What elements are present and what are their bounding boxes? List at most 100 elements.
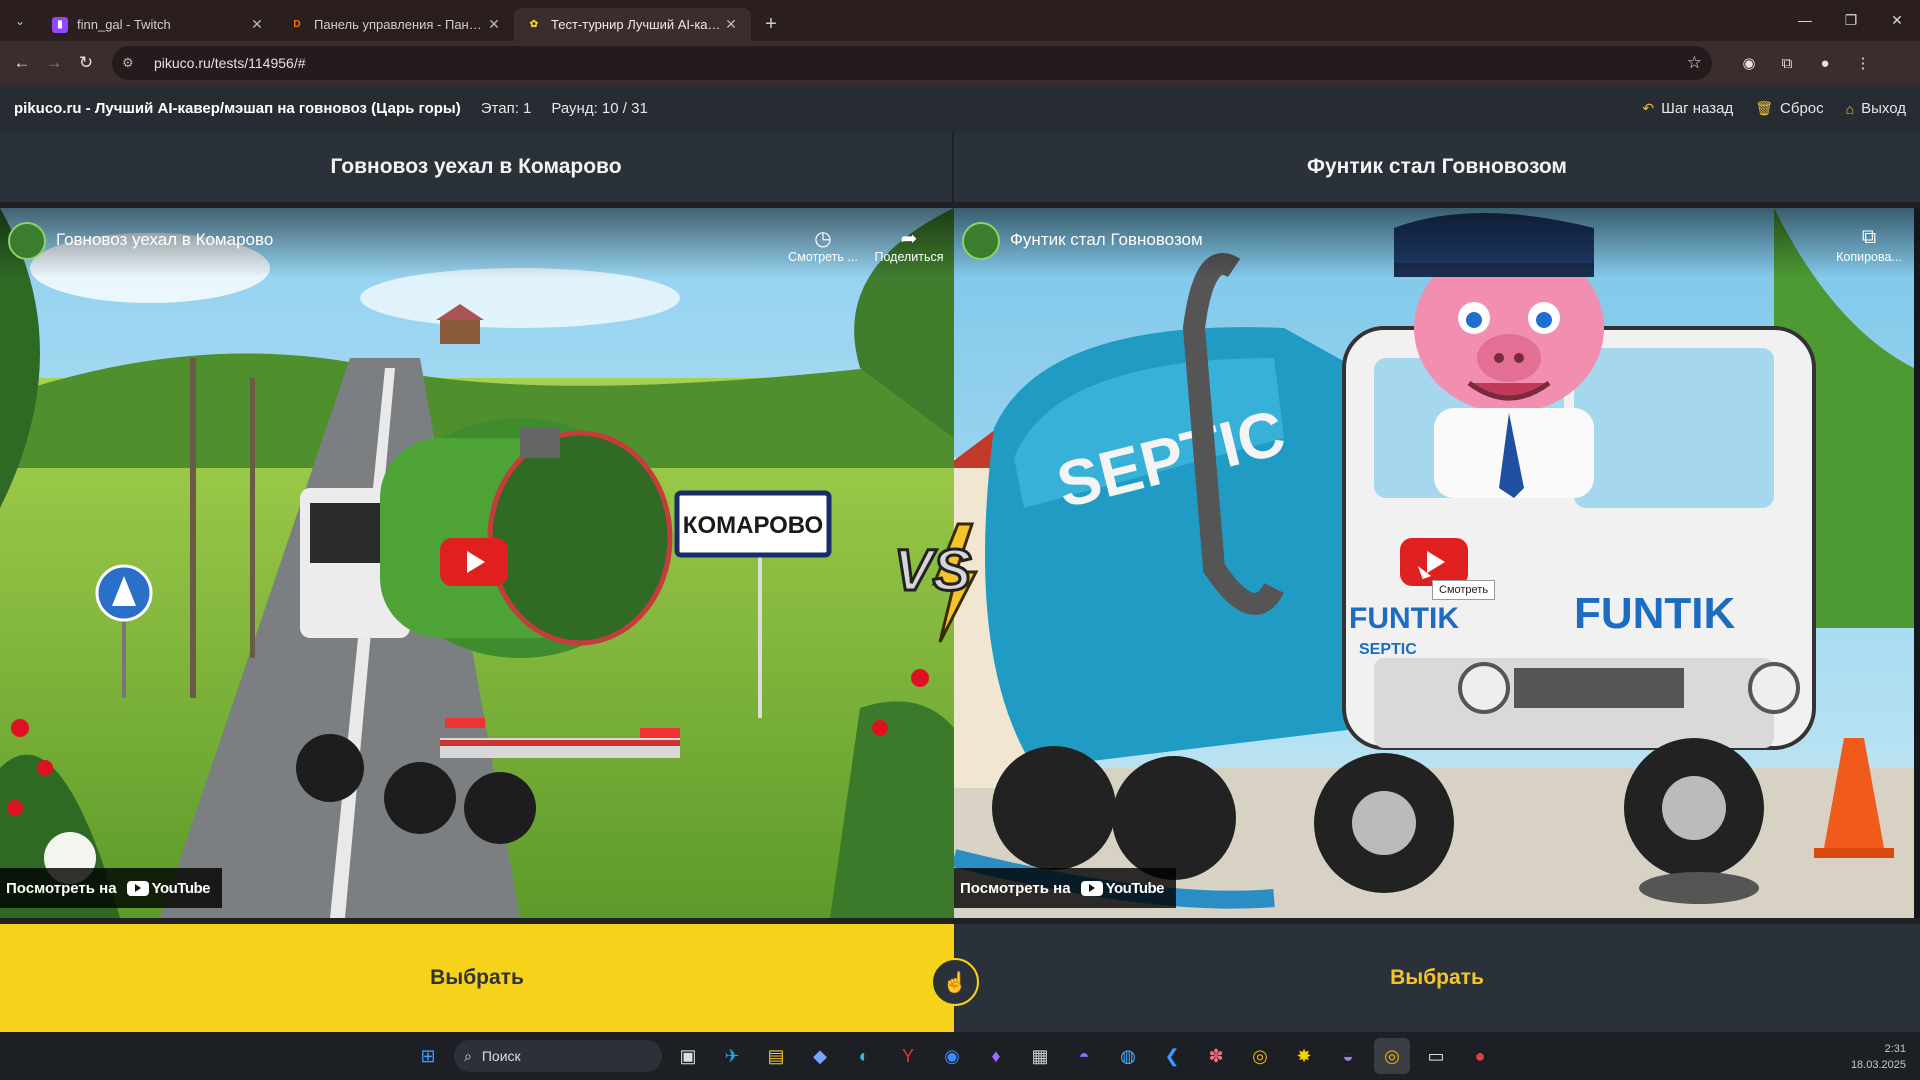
left-play-button[interactable] — [440, 538, 508, 586]
new-tab-button[interactable]: + — [757, 10, 785, 38]
twitch-icon: ▮ — [52, 16, 68, 33]
app-icon[interactable]: ▭ — [1418, 1038, 1454, 1074]
profile-icon[interactable]: ● — [1810, 48, 1840, 78]
watch-later-label: Смотреть ... — [788, 250, 858, 264]
exit-label: Выход — [1861, 100, 1906, 117]
play-tooltip: Смотреть — [1432, 580, 1496, 600]
app-icon[interactable]: ◒ — [1330, 1038, 1366, 1074]
channel-avatar[interactable] — [962, 222, 1000, 260]
tab-title: Панель управления - Панель — [314, 17, 486, 32]
copy-label: Копирова... — [1836, 250, 1902, 264]
system-clock[interactable]: 2:31 18.03.2025 — [1851, 1041, 1906, 1073]
chrome-active-icon[interactable]: ◎ — [1374, 1038, 1410, 1074]
close-tab-icon[interactable]: ✕ — [249, 16, 265, 33]
choose-left-button[interactable]: Выбрать — [0, 924, 954, 1032]
yandex-browser-icon[interactable]: Y — [890, 1038, 926, 1074]
right-play-button[interactable] — [1400, 538, 1468, 586]
app-icon[interactable]: ◉ — [934, 1038, 970, 1074]
choose-right-button[interactable]: Выбрать — [954, 924, 1920, 1032]
browser-tab-strip: ⌄ ▮ finn_gal - Twitch ✕ D Панель управле… — [0, 0, 1920, 41]
bookmark-star-icon[interactable]: ☆ — [1687, 53, 1702, 73]
reload-icon[interactable]: ↻ — [70, 47, 102, 79]
close-tab-icon[interactable]: ✕ — [723, 16, 739, 33]
youtube-logo: YouTube — [126, 879, 211, 897]
tab-pikuco[interactable]: ✿ Тест-турнир Лучший AI-кавер/ ✕ — [514, 8, 751, 41]
cab-funtik-text: FUNTIK — [1574, 589, 1736, 638]
chrome-icon[interactable]: ◎ — [1242, 1038, 1278, 1074]
site-header: pikuco.ru - Лучший AI-кавер/мэшап на гов… — [0, 85, 1920, 132]
right-watch-on-youtube[interactable]: Посмотреть на YouTube — [954, 868, 1177, 908]
donation-alerts-icon: D — [293, 19, 301, 30]
vscode-icon[interactable]: ❮ — [1154, 1038, 1190, 1074]
app-icon[interactable]: ▦ — [1022, 1038, 1058, 1074]
channel-avatar[interactable] — [8, 222, 46, 260]
home-icon: ⌂ — [1845, 100, 1855, 117]
exit-button[interactable]: ⌂ Выход — [1846, 100, 1906, 117]
tab-title: Тест-турнир Лучший AI-кавер/ — [551, 17, 723, 32]
pikuco-icon: ✿ — [529, 19, 539, 30]
youtube-play-icon — [126, 880, 149, 896]
site-brand-title[interactable]: pikuco.ru - Лучший AI-кавер/мэшап на гов… — [14, 100, 461, 117]
app-icon[interactable]: ◍ — [1110, 1038, 1146, 1074]
back-icon[interactable]: ← — [6, 47, 38, 79]
discord-icon[interactable]: ◓ — [1066, 1038, 1102, 1074]
youtube-logo: YouTube — [1080, 879, 1165, 897]
stage-label: Этап: 1 — [480, 100, 532, 117]
forward-icon[interactable]: → — [38, 47, 70, 79]
app-icon[interactable]: ◆ — [802, 1038, 838, 1074]
komarovo-sign-text: КОМАРОВО — [683, 512, 823, 539]
site-settings-icon[interactable]: ⚙ — [122, 55, 144, 71]
youtube-wordmark: YouTube — [1105, 879, 1165, 897]
extensions-puzzle-icon[interactable]: ⧉ — [1772, 48, 1802, 78]
share-label: Поделиться — [874, 250, 944, 264]
tab-search-icon[interactable]: ⌄ — [8, 9, 32, 33]
minimize-icon[interactable]: — — [1782, 0, 1828, 40]
undo-icon: ↶ — [1642, 100, 1655, 116]
door-septic-text: SEPTIC — [1359, 641, 1417, 658]
tab-donation-panel[interactable]: D Панель управления - Панель ✕ — [277, 8, 514, 41]
app-icon[interactable]: ♦ — [978, 1038, 1014, 1074]
watch-later-button[interactable]: ◷ Смотреть ... — [786, 226, 860, 264]
extension-icon[interactable]: ◉ — [1734, 48, 1764, 78]
left-video-title[interactable]: Говновоз уехал в Комарово — [56, 230, 273, 250]
reset-label: Сброс — [1780, 100, 1824, 117]
right-video-embed[interactable]: SEPTIC FUNTIK FUNTIK SEPTIC Фунтик стал … — [954, 208, 1914, 918]
reset-button[interactable]: 🗑 Сброс — [1755, 100, 1823, 117]
window-controls: — ❐ ✕ — [1782, 0, 1920, 40]
tab-title: finn_gal - Twitch — [77, 17, 171, 32]
step-back-button[interactable]: ↶ Шаг назад — [1642, 100, 1733, 117]
video-area: КОМАРОВО Говновоз уехал в Комарово ◷ Смот… — [0, 208, 1920, 918]
left-contestant-title: Говновоз уехал в Комарово — [0, 132, 954, 202]
close-tab-icon[interactable]: ✕ — [486, 16, 502, 33]
trash-icon: 🗑 — [1755, 100, 1774, 116]
copy-icon: ⧉ — [1861, 226, 1877, 248]
tab-twitch[interactable]: ▮ finn_gal - Twitch ✕ — [40, 8, 277, 41]
windows-taskbar: ⊞ ⌕ Поиск ▣ ✈ ▤ ◆ ◐ Y ◉ ♦ ▦ ◓ ◍ ❮ ✽ ◎ ✸ ◒… — [0, 1032, 1920, 1080]
task-view-icon[interactable]: ▣ — [670, 1038, 706, 1074]
close-window-icon[interactable]: ✕ — [1874, 0, 1920, 40]
search-placeholder: Поиск — [481, 1048, 521, 1064]
left-watch-on-youtube[interactable]: Посмотреть на YouTube — [0, 868, 223, 908]
app-icon[interactable]: ✽ — [1198, 1038, 1234, 1074]
address-bar[interactable]: ⚙ pikuco.ru/tests/114956/# ☆ — [112, 46, 1712, 80]
url-text[interactable]: pikuco.ru/tests/114956/# — [154, 55, 1687, 71]
menu-dots-icon[interactable]: ⋮ — [1848, 48, 1878, 78]
share-button[interactable]: ➦ Поделиться — [872, 226, 946, 264]
telegram-icon[interactable]: ✈ — [714, 1038, 750, 1074]
edge-icon[interactable]: ◐ — [846, 1038, 882, 1074]
restore-icon[interactable]: ❐ — [1828, 0, 1874, 40]
windows-start-icon[interactable]: ⊞ — [410, 1038, 446, 1074]
right-video-header: Фунтик стал Говновозом ⧉ Копирова... — [954, 208, 1914, 278]
search-icon: ⌕ — [464, 1047, 472, 1064]
right-video-title[interactable]: Фунтик стал Говновозом — [1010, 230, 1203, 250]
copy-link-button[interactable]: ⧉ Копирова... — [1832, 226, 1906, 264]
obs-icon[interactable]: ● — [1462, 1038, 1498, 1074]
step-back-label: Шаг назад — [1661, 100, 1734, 117]
file-explorer-icon[interactable]: ▤ — [758, 1038, 794, 1074]
random-pick-icon[interactable]: ☝ — [931, 958, 979, 1006]
app-icon[interactable]: ✸ — [1286, 1038, 1322, 1074]
taskbar-search[interactable]: ⌕ Поиск — [454, 1040, 662, 1072]
youtube-wordmark: YouTube — [151, 879, 211, 897]
left-video-embed[interactable]: КОМАРОВО Говновоз уехал в Комарово ◷ Смот… — [0, 208, 954, 918]
right-contestant-title: Фунтик стал Говновозом — [954, 132, 1920, 202]
